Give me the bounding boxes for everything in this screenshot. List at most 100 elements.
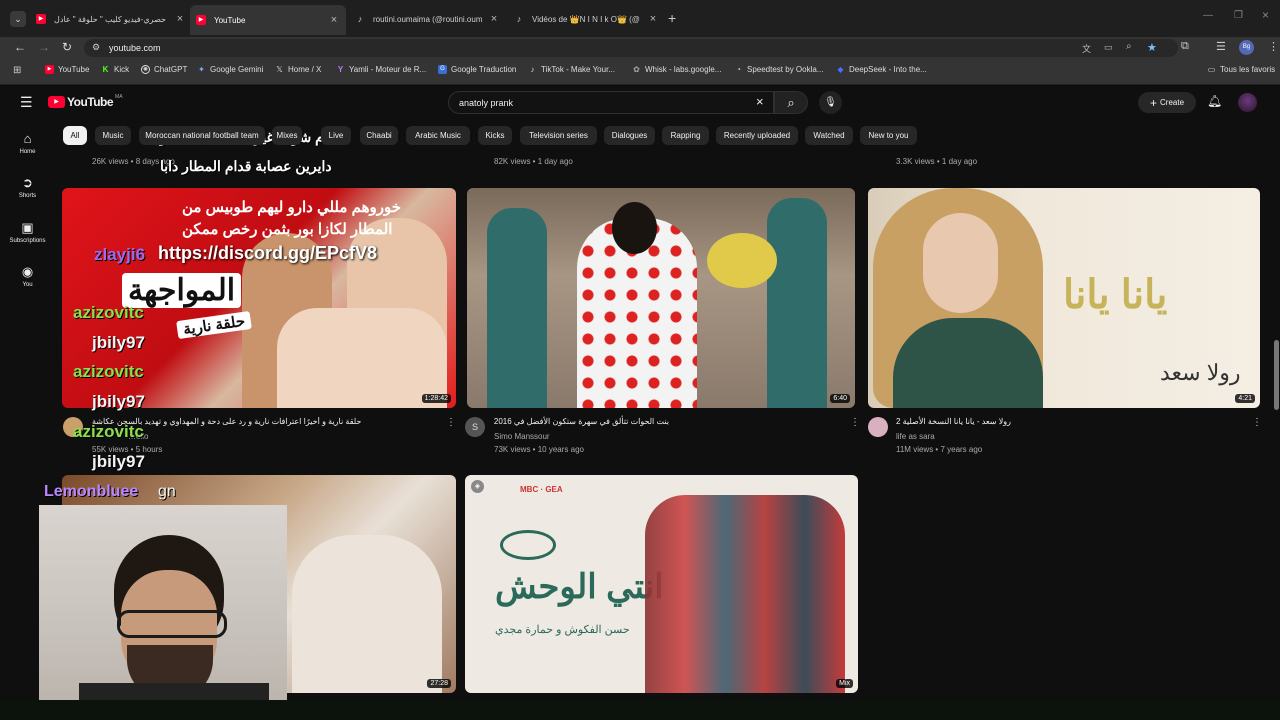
video-title[interactable]: رولا سعد - يانا يانا النسخة الأصلية 2: [896, 417, 1016, 426]
musician-figure: [767, 198, 827, 408]
chip-dialogues[interactable]: Dialogues: [604, 126, 655, 145]
chip-music[interactable]: Music: [95, 126, 131, 145]
page-scrollbar[interactable]: [1274, 340, 1279, 410]
bookmark-yamli[interactable]: Y Yamli - Moteur de R...: [336, 65, 426, 74]
account-avatar[interactable]: [1238, 93, 1257, 112]
notifications-bell-icon[interactable]: 🔔︎: [1207, 94, 1222, 108]
bookmark-gemini[interactable]: ✦ Google Gemini: [197, 65, 263, 74]
browser-menu-icon[interactable]: ⋮: [1268, 40, 1279, 53]
video-thumbnail[interactable]: يانا يانا رولا سعد 4:21: [868, 188, 1260, 408]
video-meta: 73K views • 10 years ago: [494, 445, 584, 454]
zoom-icon[interactable]: ⌕: [1126, 41, 1132, 52]
chip-television-series[interactable]: Television series: [520, 126, 597, 145]
video-thumbnail[interactable]: ◈ MBC · GEA انتي الوحش حسن الفكوش و حمار…: [465, 475, 858, 693]
chip-rapping[interactable]: Rapping: [662, 126, 709, 145]
streamer-shirt: [79, 683, 269, 700]
translate-icon[interactable]: 文: [1082, 42, 1091, 55]
browser-tab-active[interactable]: ▶ YouTube ×: [190, 5, 346, 35]
close-icon[interactable]: ×: [328, 14, 340, 26]
voice-search-button[interactable]: 🎙: [819, 91, 842, 114]
chip-arabic-music[interactable]: Arabic Music: [406, 126, 470, 145]
reload-icon[interactable]: ↻: [62, 40, 72, 54]
forward-arrow-icon[interactable]: →: [38, 40, 50, 54]
bookmark-label: TikTok - Make Your...: [541, 65, 615, 74]
sidebar-item-label: Home: [19, 149, 36, 155]
discord-link: https://discord.gg/EPcfV8: [158, 243, 378, 263]
cast-icon[interactable]: ▭: [1104, 42, 1113, 53]
close-icon[interactable]: ×: [647, 13, 659, 25]
browser-tab[interactable]: ♪ routini.oumaima (@routini.oum ×: [355, 8, 500, 30]
video-title[interactable]: بنت الحوات تتألق في سهرة ستكون الأفضل في…: [494, 417, 669, 426]
chip-moroccan-national-football-team[interactable]: Moroccan national football team: [139, 126, 265, 145]
back-arrow-icon[interactable]: ←: [14, 40, 26, 54]
chip-watched[interactable]: Watched: [805, 126, 853, 145]
chat-username: Lemonbluee: [44, 483, 139, 500]
thumbnail-text: يانا يانا: [1063, 273, 1168, 317]
chip-new-to-you[interactable]: New to you: [860, 126, 917, 145]
address-text: youtube.com: [109, 43, 161, 53]
tiktok-icon: ♪: [516, 14, 522, 24]
search-input[interactable]: [459, 96, 739, 110]
window-close-button[interactable]: ×: [1262, 8, 1269, 22]
close-icon[interactable]: ×: [174, 13, 186, 25]
chip-chaabi[interactable]: Chaabi: [360, 126, 398, 145]
sidebar-item-home[interactable]: ⌂ Home: [0, 132, 55, 156]
more-options-icon[interactable]: ⋮: [850, 417, 860, 428]
you-icon: ◉: [21, 264, 34, 279]
translate-icon: G: [438, 65, 447, 74]
plus-icon: +: [1149, 95, 1157, 110]
profile-avatar[interactable]: Bg: [1239, 40, 1254, 55]
tab-search-button[interactable]: ⌄: [10, 11, 26, 27]
search-button[interactable]: ⌕: [774, 91, 808, 114]
create-button[interactable]: + Create: [1138, 92, 1196, 113]
bookmark-deepseek[interactable]: ◆ DeepSeek - Into the...: [836, 65, 926, 74]
all-bookmarks[interactable]: ▭ Tous les favoris: [1207, 65, 1275, 74]
sidebar-item-subscriptions[interactable]: ▣ Subscriptions: [0, 221, 55, 245]
chip-kicks[interactable]: Kicks: [478, 126, 512, 145]
bookmark-star-icon[interactable]: ★: [1147, 41, 1157, 54]
sidebar-item-you[interactable]: ◉ You: [0, 264, 55, 289]
bookmark-youtube[interactable]: ▶ YouTube: [45, 65, 89, 74]
reading-list-icon[interactable]: ☰: [1216, 40, 1226, 53]
bookmark-whisk[interactable]: ✿ Whisk - labs.google...: [632, 65, 721, 74]
channel-avatar[interactable]: S: [465, 417, 485, 437]
site-info-icon[interactable]: ⚙: [92, 42, 100, 53]
hamburger-menu-icon[interactable]: ☰: [20, 94, 33, 111]
more-options-icon[interactable]: ⋮: [446, 417, 456, 428]
chip-live[interactable]: Live: [321, 126, 351, 145]
apps-grid-icon[interactable]: ⊞: [13, 65, 21, 76]
channel-avatar[interactable]: [868, 417, 888, 437]
browser-tab[interactable]: ▶ حصري-فيديو كليب " حلوفة " عادل ×: [36, 8, 186, 30]
tiktok-icon: ♪: [530, 65, 535, 74]
singer-head: [612, 202, 657, 254]
channel-name[interactable]: life as sara: [896, 432, 935, 441]
sidebar-item-shorts[interactable]: ➲ Shorts: [0, 176, 55, 200]
more-options-icon[interactable]: ⋮: [1252, 417, 1262, 428]
close-icon[interactable]: ×: [488, 13, 500, 25]
extensions-icon[interactable]: ⧉: [1181, 40, 1189, 53]
chip-recently-uploaded[interactable]: Recently uploaded: [716, 126, 798, 145]
chat-message: gn: [158, 483, 176, 500]
chip-mixes[interactable]: Mixes: [272, 126, 302, 145]
kick-icon: K: [102, 65, 109, 74]
bookmark-chatgpt[interactable]: ✺ ChatGPT: [141, 65, 187, 74]
bookmark-translate[interactable]: G Google Traduction: [438, 65, 516, 74]
youtube-logo[interactable]: ▶ YouTube MA: [48, 94, 123, 109]
bookmark-kick[interactable]: K Kick: [101, 65, 130, 74]
browser-tab[interactable]: ♪ Vidéos de 👑N I N I k O👑 (@ ×: [514, 8, 659, 30]
channel-name[interactable]: Simo Manssour: [494, 432, 550, 441]
drum-shape: [707, 233, 777, 288]
video-thumbnail[interactable]: 6:40: [467, 188, 855, 408]
minimize-button[interactable]: —: [1203, 10, 1213, 21]
bookmark-speedtest[interactable]: ◔ Speedtest by Ookla...: [734, 65, 823, 74]
address-bar[interactable]: ⚙ youtube.com 文 ▭ ⌕ ★: [84, 39, 1178, 57]
bookmark-tiktok[interactable]: ♪ TikTok - Make Your...: [528, 65, 615, 74]
bookmark-label: Tous les favoris: [1220, 65, 1276, 74]
chip-all[interactable]: All: [63, 126, 87, 145]
browser-tab-bar: ⌄ ▶ حصري-فيديو كليب " حلوفة " عادل × ▶ Y…: [0, 0, 1280, 37]
clear-search-icon[interactable]: ×: [756, 94, 764, 109]
search-box[interactable]: ×: [448, 91, 774, 114]
bookmark-x[interactable]: 𝕏 Home / X: [275, 65, 321, 74]
restore-button[interactable]: ❐: [1234, 10, 1243, 21]
new-tab-button[interactable]: +: [668, 10, 676, 26]
